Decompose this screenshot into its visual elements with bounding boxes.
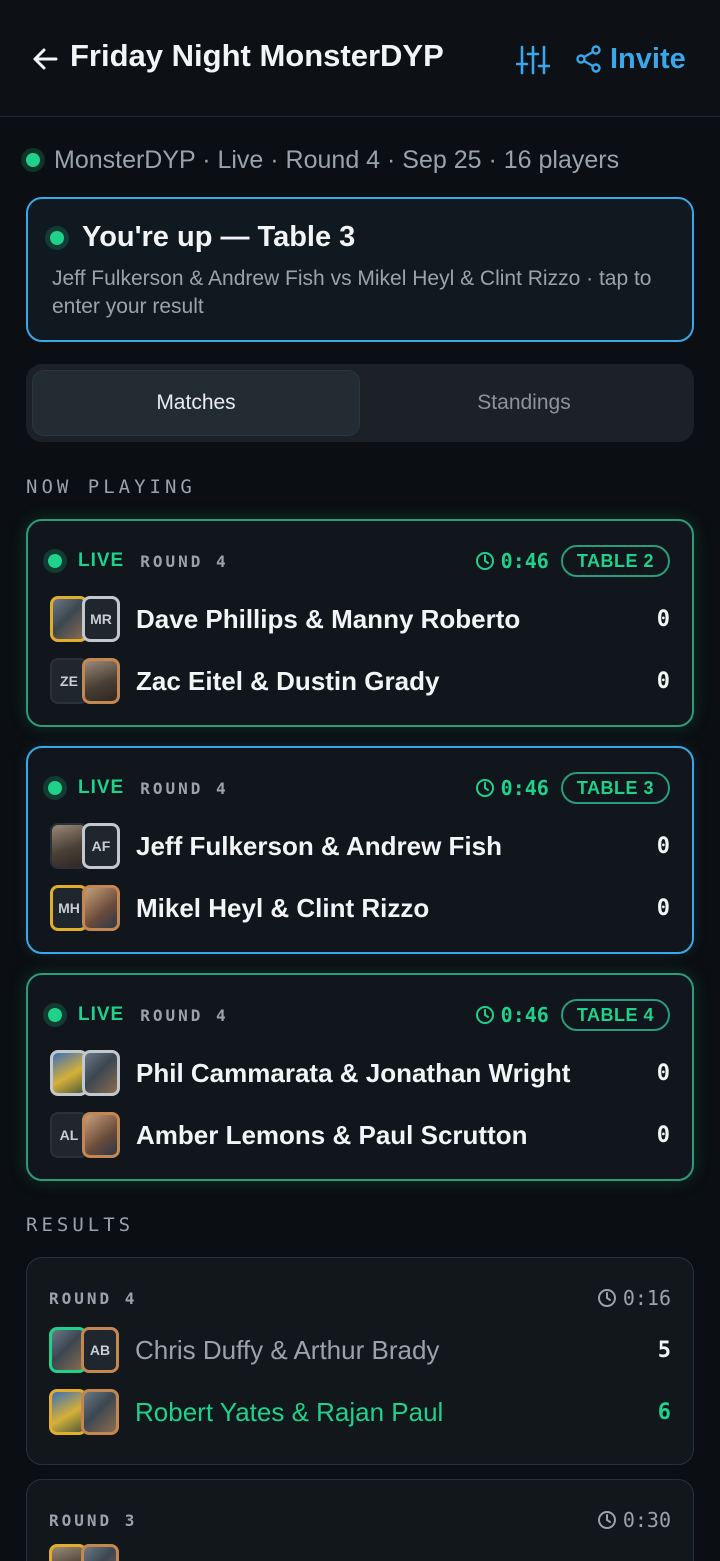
avatar — [82, 1112, 120, 1158]
avatar: AF — [82, 823, 120, 869]
match-timer: 0:46 — [475, 1003, 549, 1027]
avatar — [82, 1050, 120, 1096]
clock-icon — [597, 1289, 616, 1307]
tournament-status: MonsterDYP · Live · Round 4 · Sep 25 · 1… — [20, 144, 619, 176]
team-row: Robert Yates & Rajan Paul 6 — [49, 1386, 671, 1438]
team-row: MH Mikel Heyl & Clint Rizzo 0 — [50, 882, 670, 934]
table-badge: TABLE 3 — [560, 772, 670, 804]
team-name: Jeff Fulkerson & Andrew Fish — [136, 830, 502, 861]
back-arrow-icon[interactable] — [30, 44, 60, 74]
live-dot-icon — [26, 153, 40, 167]
clock-icon — [597, 1511, 616, 1529]
team-avatars: MR — [50, 594, 122, 644]
your-match-subtitle: Jeff Fulkerson & Andrew Fish vs Mikel He… — [52, 267, 652, 318]
your-match-card[interactable]: You're up — Table 3 Jeff Fulkerson & And… — [26, 197, 694, 342]
team-score: 0 — [656, 1122, 670, 1148]
clock-icon — [475, 779, 494, 797]
live-dot-icon — [50, 230, 64, 245]
clock-icon — [475, 1006, 494, 1024]
app-header: Friday Night MonsterDYP Invite — [0, 0, 720, 117]
team-score: 0 — [656, 606, 670, 632]
your-match-title: You're up — Table 3 — [82, 221, 356, 253]
table-badge: TABLE 4 — [560, 999, 670, 1031]
live-dot-icon — [48, 781, 62, 795]
match-card[interactable]: LIVE ROUND 4 0:46 TABLE 4 Phil Cammarata… — [26, 973, 694, 1181]
team-name: Mikel Heyl & Clint Rizzo — [136, 892, 430, 923]
settings-sliders-icon[interactable] — [516, 44, 550, 76]
invite-button[interactable]: Invite — [576, 42, 686, 76]
team-score: 0 — [656, 668, 670, 694]
team-row: AB Chris Duffy & Arthur Brady 5 — [49, 1324, 671, 1376]
avatar: MR — [82, 596, 120, 642]
match-duration: 0:30 — [597, 1508, 671, 1532]
match-card[interactable]: LIVE ROUND 4 0:46 TABLE 3 AF Jeff Fulker… — [26, 746, 694, 954]
team-row: MR Dave Phillips & Manny Roberto 0 — [50, 593, 670, 645]
team-avatars: AF — [50, 821, 122, 871]
match-timer: 0:46 — [475, 776, 549, 800]
winning-team-name: Robert Yates & Rajan Paul — [135, 1396, 444, 1427]
result-card[interactable]: ROUND 3 0:30 — [26, 1479, 694, 1561]
table-badge: TABLE 2 — [560, 545, 670, 577]
team-avatars: ZE — [50, 656, 122, 706]
team-row: AF Jeff Fulkerson & Andrew Fish 0 — [50, 820, 670, 872]
team-name: Amber Lemons & Paul Scrutton — [136, 1119, 528, 1150]
team-name: Chris Duffy & Arthur Brady — [135, 1334, 440, 1365]
match-duration: 0:16 — [597, 1286, 671, 1310]
avatar — [82, 658, 120, 704]
your-match-header: You're up — Table 3 — [46, 221, 355, 254]
avatar — [81, 1389, 119, 1435]
status-text: MonsterDYP · Live · Round 4 · Sep 25 · 1… — [54, 145, 620, 174]
clock-icon — [475, 552, 494, 570]
round-label: ROUND 4 — [49, 1288, 138, 1308]
team-avatars — [50, 1048, 122, 1098]
result-card[interactable]: ROUND 4 0:16 AB Chris Duffy & Arthur Bra… — [26, 1257, 694, 1465]
avatar: AB — [81, 1327, 119, 1373]
team-score: 5 — [657, 1337, 671, 1363]
team-score: 6 — [657, 1399, 671, 1425]
share-icon — [576, 45, 601, 73]
team-avatars — [49, 1542, 121, 1561]
now-playing-heading: NOW PLAYING — [26, 476, 196, 498]
team-avatars: AB — [49, 1325, 121, 1375]
team-avatars: MH — [50, 883, 122, 933]
view-tabs: Matches Standings — [26, 364, 694, 442]
team-avatars — [49, 1387, 121, 1437]
avatar — [82, 885, 120, 931]
match-card[interactable]: LIVE ROUND 4 0:46 TABLE 2 MR Dave Philli… — [26, 519, 694, 727]
team-row: AL Amber Lemons & Paul Scrutton 0 — [50, 1109, 670, 1161]
live-label: LIVE — [78, 1004, 125, 1025]
team-name: Phil Cammarata & Jonathan Wright — [136, 1057, 571, 1088]
live-label: LIVE — [78, 777, 125, 798]
match-timer: 0:46 — [475, 549, 549, 573]
team-avatars: AL — [50, 1110, 122, 1160]
tab-matches[interactable]: Matches — [32, 370, 360, 436]
team-row: Phil Cammarata & Jonathan Wright 0 — [50, 1047, 670, 1099]
team-score: 0 — [656, 1060, 670, 1086]
live-dot-icon — [48, 1008, 62, 1022]
avatar — [81, 1544, 119, 1561]
team-score: 0 — [656, 895, 670, 921]
round-label: ROUND 4 — [140, 1005, 229, 1025]
live-dot-icon — [48, 554, 62, 568]
team-name: Zac Eitel & Dustin Grady — [136, 665, 440, 696]
team-score: 0 — [656, 833, 670, 859]
invite-label: Invite — [610, 42, 686, 75]
round-label: ROUND 3 — [49, 1510, 138, 1530]
round-label: ROUND 4 — [140, 778, 229, 798]
live-label: LIVE — [78, 550, 125, 571]
team-name: Dave Phillips & Manny Roberto — [136, 603, 521, 634]
round-label: ROUND 4 — [140, 551, 229, 571]
tab-standings[interactable]: Standings — [360, 370, 688, 436]
team-row: ZE Zac Eitel & Dustin Grady 0 — [50, 655, 670, 707]
results-heading: RESULTS — [26, 1214, 135, 1236]
page-title: Friday Night MonsterDYP — [70, 38, 444, 73]
